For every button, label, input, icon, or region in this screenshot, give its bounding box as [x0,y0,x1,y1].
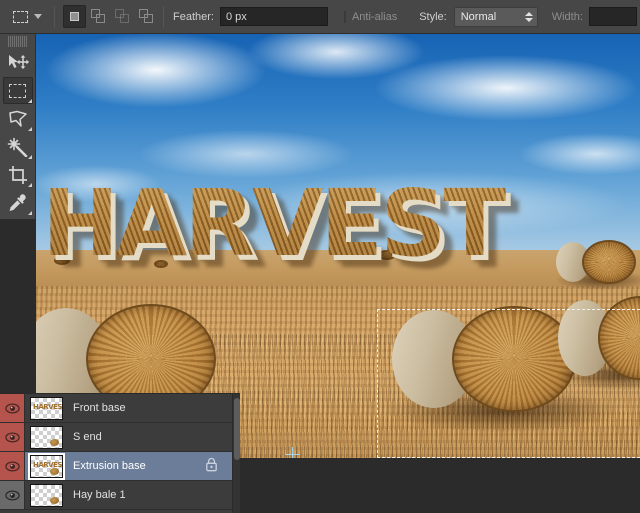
layer-thumbnail-text: HARVEST [33,461,63,469]
layer-row-front-base[interactable]: HARVES Front base [0,394,240,423]
move-icon [7,54,29,72]
layer-thumbnail[interactable] [30,426,63,449]
intersect-with-selection-icon [139,9,154,24]
sidebar-item-magic-wand-tool[interactable] [3,133,33,160]
layer-name-label: Extrusion base [73,460,146,472]
add-to-selection-icon [91,9,106,24]
width-label: Width: [552,11,583,23]
layer-name-label: Hay bale 1 [73,489,126,501]
sidebar-item-eyedropper-tool[interactable] [3,189,33,216]
tool-preset-picker[interactable] [0,6,49,28]
marquee-icon [9,6,31,28]
style-label: Style: [419,11,447,23]
crosshair-cursor [285,447,300,458]
hay-bale-right [560,296,640,380]
intersect-with-selection-button[interactable] [135,5,158,28]
tool-flyout-triangle-icon[interactable] [28,183,32,187]
crop-icon [8,165,28,185]
selection-mode-group [60,5,158,28]
add-to-selection-button[interactable] [87,5,110,28]
sidebar-item-rectangular-marquee-tool[interactable] [3,77,33,104]
layer-thumbnail-text: HARVES [33,403,62,411]
tools-panel [0,34,36,219]
layer-thumbnail[interactable]: HARVES [30,397,63,420]
tools-panel-drag-grip[interactable] [8,36,27,47]
layer-row-extrusion-base[interactable]: HARVEST Extrusion base [0,452,240,481]
layer-visibility-toggle[interactable] [0,394,25,422]
style-dropdown[interactable]: Normal [454,7,538,27]
feather-label: Feather: [173,11,214,23]
anti-alias-checkbox[interactable] [344,11,346,23]
sidebar-item-move-tool[interactable] [3,49,33,76]
magic-wand-icon [7,137,28,157]
divider [54,6,55,28]
lock-icon[interactable] [205,457,218,475]
subtract-from-selection-icon [115,9,130,24]
divider [163,6,164,28]
layer-thumbnail-content-icon [50,497,59,504]
tool-flyout-triangle-icon[interactable] [28,127,32,131]
feather-input[interactable] [220,7,328,26]
eye-visibility-icon [5,461,20,472]
layer-thumbnail-content-icon [50,439,59,446]
layers-panel: HARVES Front base S end [0,393,240,513]
layer-visibility-toggle[interactable] [0,423,25,451]
layer-name-label: S end [73,431,102,443]
harvest-artwork-text: HARVEST [42,172,622,282]
layer-row-s-end[interactable]: S end [0,423,240,452]
layer-name-label: Front base [73,402,126,414]
anti-alias-label: Anti-alias [352,11,397,23]
options-bar: Feather: Anti-alias Style: Normal Width:… [0,0,640,34]
tool-flyout-triangle-icon[interactable] [28,155,32,159]
layers-panel-scrollbar[interactable] [232,394,240,513]
eyedropper-icon [8,193,28,213]
spinner-arrows-icon [525,12,533,22]
scrollbar-thumb[interactable] [234,398,240,460]
lasso-icon [8,110,28,128]
tool-flyout-triangle-icon[interactable] [28,99,32,103]
layer-visibility-toggle[interactable] [0,452,25,480]
layer-thumbnail[interactable]: HARVEST [30,455,63,478]
eye-visibility-icon [5,432,20,443]
chevron-down-icon[interactable] [34,14,42,19]
tool-flyout-triangle-icon[interactable] [28,211,32,215]
width-input[interactable] [589,7,637,26]
sidebar-item-lasso-tool[interactable] [3,105,33,132]
new-selection-icon [70,12,79,21]
eye-visibility-icon [5,403,20,414]
marquee-icon [9,84,26,98]
layer-thumbnail[interactable] [30,484,63,507]
eye-visibility-icon [5,490,20,501]
layer-row-hay-bale-1[interactable]: Hay bale 1 [0,481,240,510]
sidebar-item-crop-tool[interactable] [3,161,33,188]
layer-thumbnail-content-icon [50,468,59,475]
hay-bale-center [394,306,576,412]
layer-visibility-toggle[interactable] [0,481,25,509]
photoshop-window: Feather: Anti-alias Style: Normal Width:… [0,0,640,513]
new-selection-button[interactable] [63,5,86,28]
subtract-from-selection-button[interactable] [111,5,134,28]
